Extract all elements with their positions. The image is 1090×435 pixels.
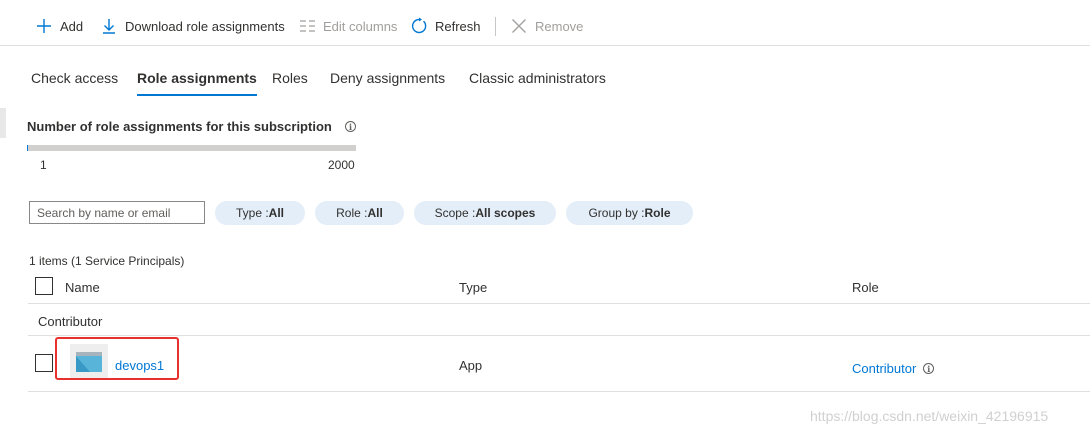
divider: [28, 303, 1090, 304]
close-icon: [510, 17, 528, 35]
tab-role-assignments[interactable]: Role assignments: [137, 70, 257, 98]
role-link[interactable]: Contributor: [852, 361, 916, 376]
tab-check-access[interactable]: Check access: [31, 70, 118, 98]
column-header-name[interactable]: Name: [65, 280, 100, 295]
search-input[interactable]: [29, 201, 205, 224]
tab-classic-administrators[interactable]: Classic administrators: [469, 70, 606, 98]
add-label: Add: [60, 18, 84, 34]
tab-deny-assignments[interactable]: Deny assignments: [330, 70, 445, 98]
column-header-type[interactable]: Type: [459, 280, 487, 295]
group-header: Contributor: [38, 314, 103, 329]
download-icon: [100, 17, 118, 35]
add-button[interactable]: Add: [35, 14, 83, 38]
assignment-count-bar: [27, 145, 356, 151]
range-max-label: 2000: [328, 158, 355, 172]
plus-icon: [35, 17, 53, 35]
remove-label: Remove: [535, 18, 584, 34]
group-by-pill[interactable]: Group by : Role: [566, 201, 693, 225]
role-cell: Contributor i: [852, 361, 935, 376]
watermark: https://blog.csdn.net/weixin_42196915: [810, 408, 1049, 424]
side-marker: [0, 108, 6, 138]
info-icon[interactable]: i: [345, 121, 356, 132]
toolbar-divider: [495, 17, 496, 36]
items-count: 1 items (1 Service Principals): [29, 254, 185, 268]
assignment-count-fill: [27, 145, 28, 151]
divider: [28, 335, 1090, 336]
type-filter-pill[interactable]: Type : All: [215, 201, 305, 225]
range-min-label: 1: [40, 158, 47, 172]
column-header-role[interactable]: Role: [852, 280, 879, 295]
divider: [28, 391, 1090, 392]
role-filter-pill[interactable]: Role : All: [315, 201, 404, 225]
command-bar: Add Download role assignments Edit colum…: [0, 0, 1090, 46]
select-all-checkbox[interactable]: [35, 277, 53, 295]
row-checkbox[interactable]: [35, 354, 53, 372]
highlight-annotation: [55, 337, 179, 380]
download-role-assignments-button[interactable]: Download role assignments: [100, 14, 285, 38]
type-cell: App: [459, 358, 483, 373]
info-icon[interactable]: i: [923, 363, 935, 374]
refresh-button[interactable]: Refresh: [410, 14, 481, 38]
assignment-count-title: Number of role assignments for this subs…: [27, 119, 332, 134]
scope-filter-pill[interactable]: Scope : All scopes: [414, 201, 556, 225]
tab-roles[interactable]: Roles: [272, 70, 308, 98]
columns-icon: [298, 17, 316, 35]
refresh-label: Refresh: [435, 18, 481, 34]
edit-columns-button[interactable]: Edit columns: [298, 14, 397, 38]
edit-columns-label: Edit columns: [323, 18, 398, 34]
download-label: Download role assignments: [125, 18, 285, 34]
refresh-icon: [410, 17, 428, 35]
remove-button[interactable]: Remove: [510, 14, 583, 38]
